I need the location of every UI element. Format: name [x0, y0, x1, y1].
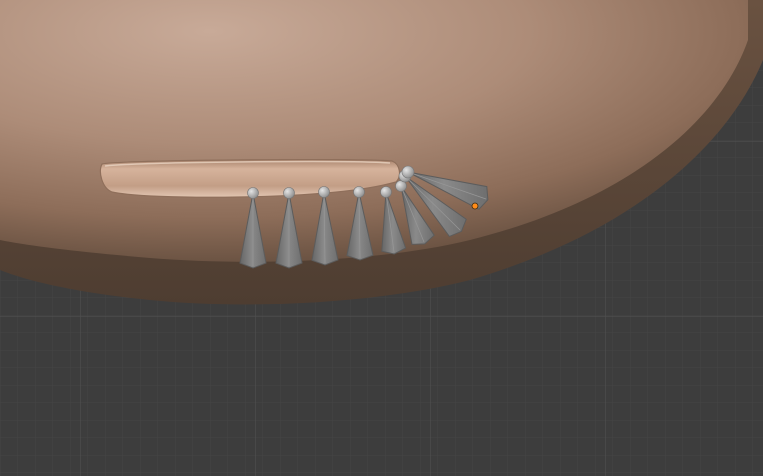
bone-joint-icon[interactable]: [247, 187, 259, 199]
3d-viewport[interactable]: [0, 0, 763, 476]
viewport-scene[interactable]: [0, 0, 763, 476]
bone-joint-icon[interactable]: [353, 186, 365, 198]
bone-joint-icon[interactable]: [318, 186, 330, 198]
object-origin-icon[interactable]: [471, 202, 479, 210]
bone-joint-icon[interactable]: [401, 165, 415, 179]
bone-joint-icon[interactable]: [380, 186, 392, 198]
bone-joint-icon[interactable]: [283, 187, 295, 199]
